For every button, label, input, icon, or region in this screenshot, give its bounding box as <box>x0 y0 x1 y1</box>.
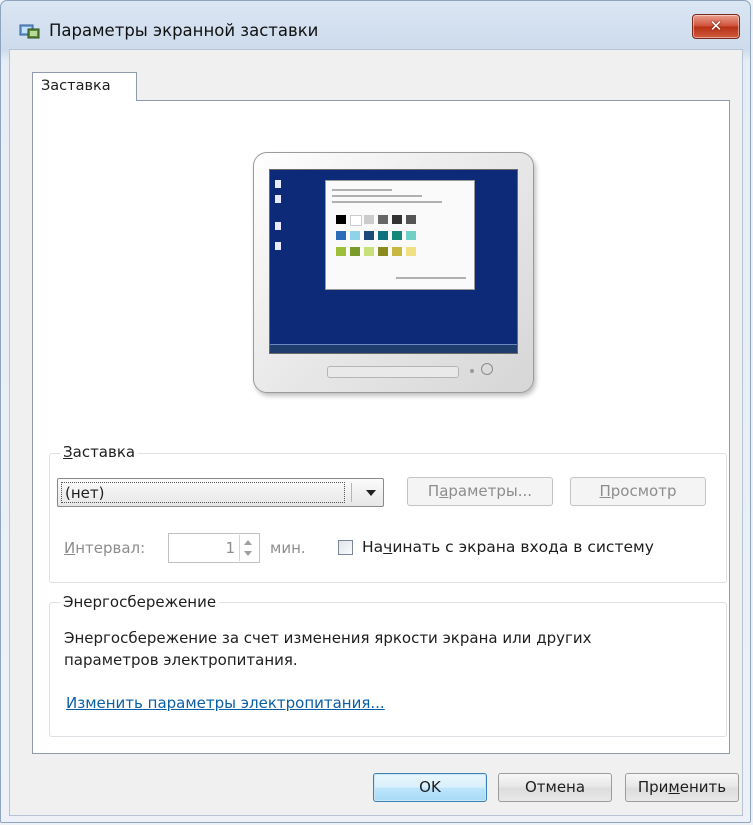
color-swatch <box>406 231 416 240</box>
ok-button[interactable]: OK <box>373 773 487 802</box>
color-swatch <box>336 215 346 224</box>
color-swatch <box>364 247 374 256</box>
mini-line <box>332 201 442 203</box>
screensaver-group-label: Заставка <box>60 443 139 461</box>
cancel-button[interactable]: Отмена <box>498 773 612 802</box>
apply-button[interactable]: Применить <box>625 773 739 802</box>
monitor-led <box>470 369 474 373</box>
desktop-icon <box>275 195 281 203</box>
interval-value: 1 <box>225 539 235 557</box>
color-swatch <box>336 247 346 256</box>
logon-screen-checkbox-label[interactable]: Начинать с экрана входа в систему <box>362 538 654 556</box>
title-bar[interactable]: Параметры экранной заставки ✕ <box>1 1 750 49</box>
spinner-buttons[interactable] <box>239 535 258 561</box>
mini-line <box>396 277 466 279</box>
close-icon: ✕ <box>709 17 723 35</box>
color-swatch <box>406 215 416 224</box>
chevron-down-icon <box>366 490 376 496</box>
preview-button[interactable]: Просмотр <box>570 477 706 506</box>
color-swatch <box>336 231 346 240</box>
spin-up-icon[interactable] <box>244 540 252 545</box>
color-swatch <box>378 231 388 240</box>
logon-screen-checkbox[interactable] <box>338 540 353 555</box>
power-icon <box>481 363 493 375</box>
mini-line <box>332 195 422 197</box>
desktop-icon <box>275 242 281 250</box>
color-swatch <box>406 247 416 256</box>
power-settings-link[interactable]: Изменить параметры электропитания... <box>66 694 385 712</box>
color-swatch <box>378 215 388 224</box>
color-swatch <box>392 231 402 240</box>
preview-screen <box>269 169 518 354</box>
color-swatch <box>364 215 374 224</box>
screensaver-group <box>49 453 727 583</box>
color-swatch <box>392 215 402 224</box>
settings-button[interactable]: Параметры... <box>407 477 553 506</box>
desktop-icon <box>275 180 281 188</box>
power-description: Энергосбережение за счет изменения яркос… <box>64 629 592 669</box>
color-swatch <box>392 247 402 256</box>
color-swatch <box>350 247 360 256</box>
interval-unit: мин. <box>270 539 306 557</box>
monitor-bezel <box>327 366 459 378</box>
screensaver-select-value: (нет) <box>61 482 345 503</box>
combo-separator <box>351 483 352 502</box>
interval-label: Интервал: <box>64 539 146 557</box>
power-group-label: Энергосбережение <box>60 593 220 611</box>
screensaver-select[interactable]: (нет) <box>57 478 384 507</box>
mini-line <box>332 189 392 191</box>
monitor-preview <box>253 152 534 393</box>
close-button[interactable]: ✕ <box>692 14 740 39</box>
color-swatch <box>364 231 374 240</box>
color-swatch <box>350 231 360 240</box>
color-swatch <box>350 215 362 226</box>
tab-screensaver[interactable]: Заставка <box>32 72 137 101</box>
window-title: Параметры экранной заставки <box>49 21 319 40</box>
mini-dialog-thumbnail <box>325 180 475 290</box>
color-swatch <box>378 247 388 256</box>
desktop-icon <box>275 222 281 230</box>
interval-spinner[interactable]: 1 <box>168 533 260 563</box>
spin-down-icon[interactable] <box>244 551 252 556</box>
display-settings-icon <box>19 22 41 40</box>
screensaver-settings-window: Параметры экранной заставки ✕ Заставка З… <box>0 0 751 823</box>
preview-taskbar <box>270 344 517 353</box>
